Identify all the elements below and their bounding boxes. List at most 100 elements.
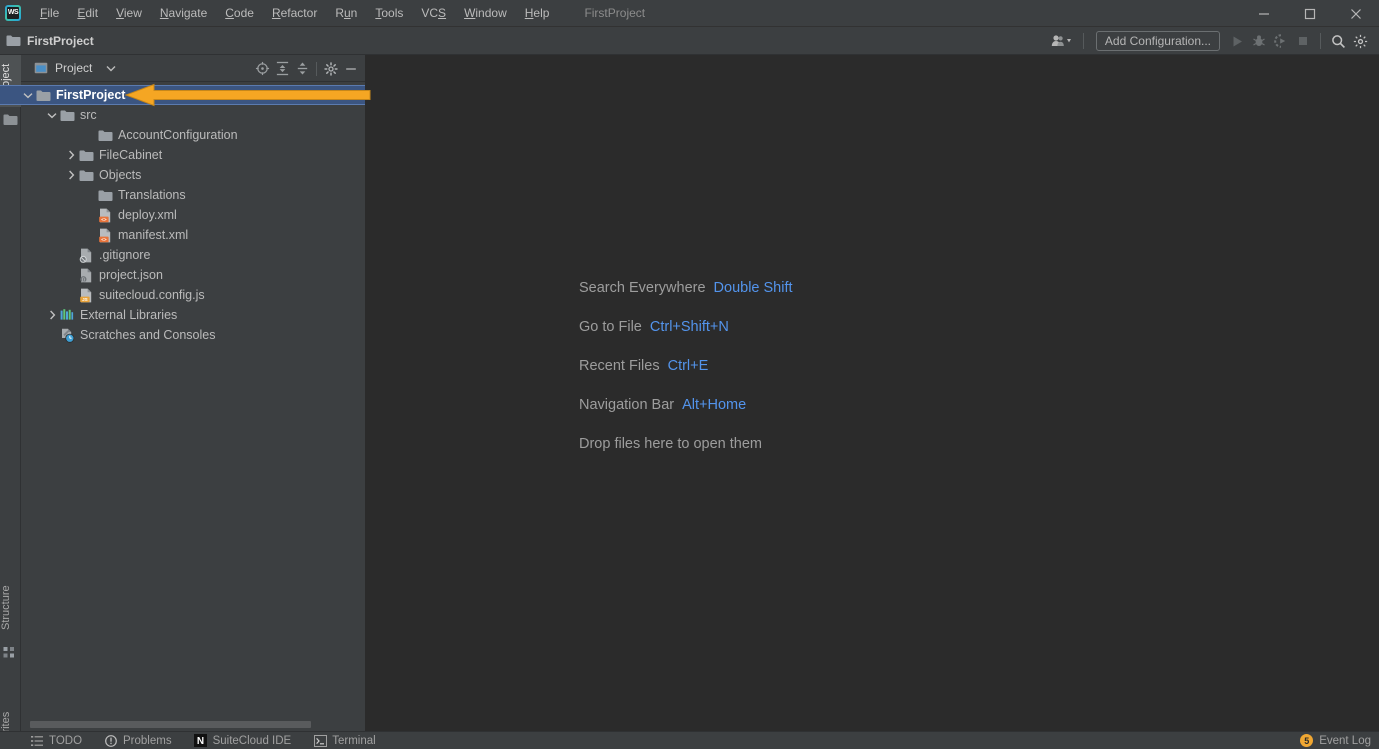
editor-welcome-hints: Search Everywhere Double Shift Go to File C… [579, 268, 793, 463]
project-panel-actions [252, 55, 361, 82]
tree-node-filecabinet[interactable]: FileCabinet [21, 145, 365, 165]
event-log-label[interactable]: Event Log [1319, 735, 1371, 747]
navbar-toolbar: Add Configuration... [1047, 27, 1379, 55]
tree-node-manifest-xml[interactable]: <> manifest.xml [21, 225, 365, 245]
tree-node-label: External Libraries [80, 308, 178, 322]
chevron-right-icon[interactable] [64, 165, 78, 185]
debug-icon[interactable] [1248, 30, 1270, 52]
chevron-down-icon[interactable] [45, 105, 59, 125]
chevron-down-icon[interactable] [21, 85, 35, 105]
collapse-all-icon[interactable] [292, 59, 312, 79]
menu-code[interactable]: Code [216, 3, 263, 23]
svg-text:<>: <> [101, 217, 107, 222]
menu-help[interactable]: Help [516, 3, 559, 23]
scrollbar-thumb[interactable] [30, 721, 311, 728]
menu-window[interactable]: Window [455, 3, 516, 23]
tree-node-translations[interactable]: Translations [21, 185, 365, 205]
problems-icon [104, 734, 118, 748]
status-bar-right: 5 Event Log [1300, 734, 1371, 747]
status-item-terminal[interactable]: Terminal [313, 734, 376, 748]
welcome-hint-shortcut: Alt+Home [682, 396, 747, 413]
welcome-hint-row: Go to File Ctrl+Shift+N [579, 307, 793, 346]
menu-refactor[interactable]: Refactor [263, 3, 326, 23]
app-logo-text: WS [7, 7, 19, 19]
menu-tools[interactable]: Tools [366, 3, 412, 23]
hide-icon[interactable] [341, 59, 361, 79]
welcome-hint-shortcut: Ctrl+Shift+N [649, 318, 729, 335]
tree-node-label: AccountConfiguration [118, 128, 238, 142]
menu-view[interactable]: View [107, 3, 151, 23]
menu-file[interactable]: File [31, 3, 68, 23]
tree-node-project-json[interactable]: {} project.json [21, 265, 365, 285]
folder-icon [59, 107, 75, 123]
welcome-hint-row: Search Everywhere Double Shift [579, 268, 793, 307]
breadcrumb[interactable]: FirstProject [6, 34, 94, 48]
welcome-hint-row: Recent Files Ctrl+E [579, 346, 793, 385]
close-icon[interactable] [1333, 0, 1379, 27]
welcome-hint-row: Navigation Bar Alt+Home [579, 385, 793, 424]
xml-file-icon: <> [97, 227, 113, 243]
tree-node-scratches-and-consoles[interactable]: Scratches and Consoles [21, 325, 365, 345]
scroll-from-source-icon[interactable] [252, 59, 272, 79]
ide-window: WS File Edit View Navigate Code Refactor Run To… [0, 0, 1379, 749]
project-panel-hscrollbar[interactable] [21, 719, 365, 730]
tree-node-suitecloud-config-js[interactable]: JS suitecloud.config.js [21, 285, 365, 305]
stripe-tab-structure[interactable]: Structure [0, 576, 21, 640]
folder-icon [6, 35, 21, 46]
welcome-hint-row: Drop files here to open them [579, 424, 793, 463]
folder-icon [35, 87, 51, 103]
project-icon [34, 62, 48, 74]
navigation-bar: FirstProject Add Configuration... [0, 27, 1379, 55]
user-settings-icon[interactable] [1047, 30, 1077, 52]
js-file-icon: JS [78, 287, 94, 303]
tree-node-label: Objects [99, 168, 142, 182]
menu-run[interactable]: Run [326, 3, 366, 23]
tree-node-src[interactable]: src [21, 105, 365, 125]
status-item-suitecloud[interactable]: N SuiteCloud IDE [194, 734, 291, 748]
minimize-icon[interactable] [1241, 0, 1287, 27]
add-configuration-button[interactable]: Add Configuration... [1095, 31, 1220, 51]
chevron-right-icon[interactable] [45, 305, 59, 325]
menu-edit[interactable]: Edit [68, 3, 107, 23]
tree-node-label: FileCabinet [99, 148, 163, 162]
folder-icon [78, 147, 94, 163]
folder-icon[interactable] [3, 113, 18, 128]
tree-node-deploy-xml[interactable]: <> deploy.xml [21, 205, 365, 225]
run-icon[interactable] [1226, 30, 1248, 52]
run-with-coverage-icon[interactable] [1270, 30, 1292, 52]
menu-navigate[interactable]: Navigate [151, 3, 216, 23]
tree-node-label: Scratches and Consoles [80, 328, 216, 342]
library-icon [59, 307, 75, 323]
tree-node-accountconfiguration[interactable]: AccountConfiguration [21, 125, 365, 145]
welcome-hint-text: Drop files here to open them [579, 435, 762, 452]
window-controls [1241, 0, 1379, 27]
status-item-todo[interactable]: TODO [30, 734, 82, 748]
svg-text:N: N [197, 736, 204, 747]
scratches-icon [59, 327, 75, 343]
maximize-icon[interactable] [1287, 0, 1333, 27]
app-logo-icon: WS [5, 5, 21, 21]
structure-icon[interactable] [3, 646, 18, 661]
chevron-right-icon[interactable] [64, 145, 78, 165]
search-icon[interactable] [1327, 30, 1349, 52]
gear-icon[interactable] [321, 59, 341, 79]
tool-window-stripe: Project Structure Favorites [0, 55, 21, 749]
tree-node-external-libraries[interactable]: External Libraries [21, 305, 365, 325]
tree-node-label: .gitignore [99, 248, 151, 262]
tree-node-label: suitecloud.config.js [99, 288, 205, 302]
tree-node-gitignore[interactable]: .gitignore [21, 245, 365, 265]
tree-node-firstproject[interactable]: FirstProject [0, 85, 365, 105]
expand-all-icon[interactable] [272, 59, 292, 79]
menu-vcs[interactable]: VCS [412, 3, 455, 23]
chevron-down-icon[interactable] [106, 59, 116, 77]
gear-icon[interactable] [1349, 30, 1371, 52]
status-item-problems[interactable]: Problems [104, 734, 172, 748]
todo-icon [30, 734, 44, 748]
stop-icon[interactable] [1292, 30, 1314, 52]
status-item-problems-label: Problems [123, 734, 172, 747]
tree-node-objects[interactable]: Objects [21, 165, 365, 185]
folder-icon [78, 167, 94, 183]
folder-icon [97, 187, 113, 203]
